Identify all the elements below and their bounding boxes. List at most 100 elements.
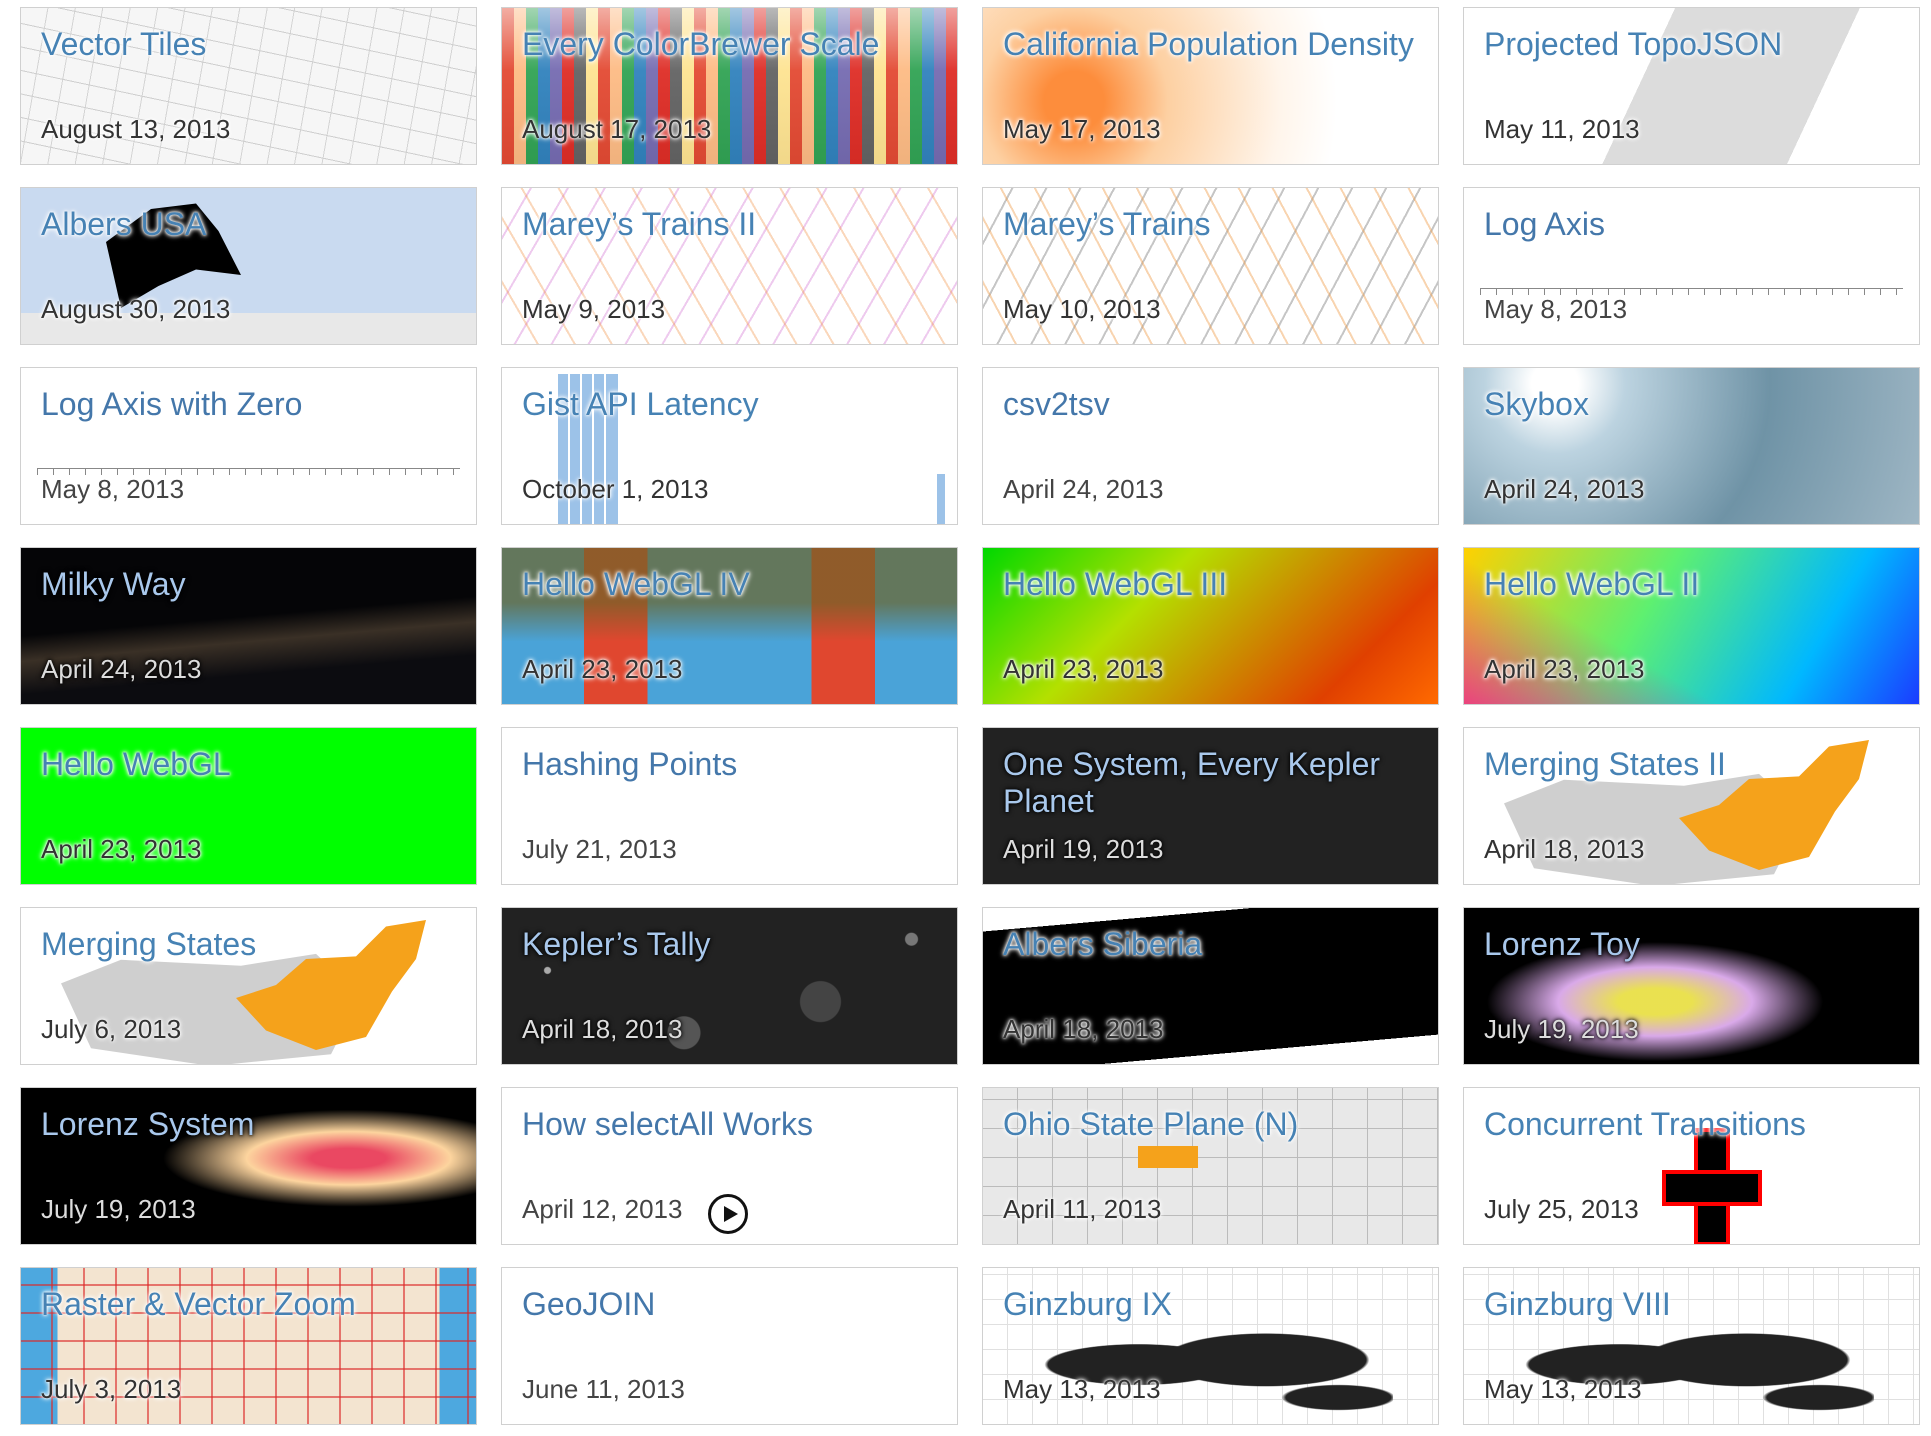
tile-ginzburg-ix[interactable]: Ginzburg IX May 13, 2013	[982, 1267, 1439, 1425]
tile-date: May 10, 2013	[1003, 294, 1161, 324]
tile-hello-webgl[interactable]: Hello WebGL April 23, 2013	[20, 727, 477, 885]
tile-title[interactable]: csv2tsv	[1003, 386, 1422, 423]
tile-date: April 18, 2013	[522, 1014, 683, 1044]
tile-title[interactable]: Merging States II	[1484, 746, 1903, 783]
tile-date: May 13, 2013	[1003, 1374, 1161, 1404]
tile-log-axis-with-zero[interactable]: Log Axis with Zero May 8, 2013	[20, 367, 477, 525]
thumbnail-histogram-bar	[937, 474, 945, 524]
tile-date: May 13, 2013	[1484, 1374, 1642, 1404]
tile-date: April 18, 2013	[1484, 834, 1645, 864]
tile-title[interactable]: Log Axis with Zero	[41, 386, 460, 423]
tile-title[interactable]: Ginzburg IX	[1003, 1286, 1422, 1323]
tile-hello-webgl-ii[interactable]: Hello WebGL II April 23, 2013	[1463, 547, 1920, 705]
example-gallery-grid: Vector Tiles August 13, 2013 Every Color…	[20, 7, 1922, 1427]
highlighted-county	[1138, 1146, 1198, 1168]
tile-date: April 24, 2013	[1003, 474, 1164, 504]
tile-ohio-state-plane[interactable]: Ohio State Plane (N) April 11, 2013	[982, 1087, 1439, 1245]
tile-geojoin[interactable]: GeoJOIN June 11, 2013	[501, 1267, 958, 1425]
tile-lorenz-system[interactable]: Lorenz System July 19, 2013	[20, 1087, 477, 1245]
tile-california-population-density[interactable]: California Population Density May 17, 20…	[982, 7, 1439, 165]
tile-date: May 9, 2013	[522, 294, 666, 324]
tile-title[interactable]: Vector Tiles	[41, 26, 460, 63]
tile-date: May 8, 2013	[1484, 294, 1628, 324]
tile-title[interactable]: Raster & Vector Zoom	[41, 1286, 460, 1323]
tile-title[interactable]: Hello WebGL II	[1484, 566, 1903, 603]
tile-title[interactable]: Lorenz System	[41, 1106, 460, 1143]
tile-title[interactable]: Marey’s Trains II	[522, 206, 941, 243]
tile-date: August 17, 2013	[522, 114, 712, 144]
tile-title[interactable]: Hashing Points	[522, 746, 941, 783]
tile-date: July 19, 2013	[41, 1194, 196, 1224]
tile-albers-siberia[interactable]: Albers Siberia April 18, 2013	[982, 907, 1439, 1065]
tile-date: August 30, 2013	[41, 294, 231, 324]
tile-date: May 11, 2013	[1484, 114, 1640, 144]
tile-date: April 23, 2013	[41, 834, 202, 864]
tile-how-selectall-works[interactable]: How selectAll Works April 12, 2013	[501, 1087, 958, 1245]
thumbnail-axis	[37, 468, 460, 475]
tile-gist-api-latency[interactable]: Gist API Latency October 1, 2013	[501, 367, 958, 525]
tile-title[interactable]: Kepler’s Tally	[522, 926, 941, 963]
tile-title[interactable]: Ohio State Plane (N)	[1003, 1106, 1422, 1143]
tile-title[interactable]: How selectAll Works	[522, 1106, 941, 1143]
tile-title[interactable]: Concurrent Transitions	[1484, 1106, 1903, 1143]
tile-log-axis[interactable]: Log Axis May 8, 2013	[1463, 187, 1920, 345]
tile-ginzburg-viii[interactable]: Ginzburg VIII May 13, 2013	[1463, 1267, 1920, 1425]
tile-title[interactable]: Hello WebGL	[41, 746, 460, 783]
tile-date: April 23, 2013	[1484, 654, 1645, 684]
tile-title[interactable]: Projected TopoJSON	[1484, 26, 1903, 63]
tile-concurrent-transitions[interactable]: Concurrent Transitions July 25, 2013	[1463, 1087, 1920, 1245]
tile-date: October 1, 2013	[522, 474, 709, 504]
tile-csv2tsv[interactable]: csv2tsv April 24, 2013	[982, 367, 1439, 525]
tile-title[interactable]: Marey’s Trains	[1003, 206, 1422, 243]
tile-title[interactable]: Every ColorBrewer Scale	[522, 26, 941, 63]
tile-one-system-every-kepler-planet[interactable]: One System, Every Kepler Planet April 19…	[982, 727, 1439, 885]
tile-date: June 11, 2013	[522, 1374, 685, 1404]
tile-date: April 12, 2013	[522, 1194, 683, 1224]
tile-vector-tiles[interactable]: Vector Tiles August 13, 2013	[20, 7, 477, 165]
tile-date: July 3, 2013	[41, 1374, 182, 1404]
tile-date: August 13, 2013	[41, 114, 231, 144]
tile-hashing-points[interactable]: Hashing Points July 21, 2013	[501, 727, 958, 885]
tile-title[interactable]: Hello WebGL IV	[522, 566, 941, 603]
tile-title[interactable]: Hello WebGL III	[1003, 566, 1422, 603]
thumbnail-axis	[1480, 288, 1903, 295]
tile-date: July 19, 2013	[1484, 1014, 1639, 1044]
tile-every-colorbrewer-scale[interactable]: Every ColorBrewer Scale August 17, 2013	[501, 7, 958, 165]
tile-title[interactable]: Gist API Latency	[522, 386, 941, 423]
tile-albers-usa[interactable]: Albers USA August 30, 2013	[20, 187, 477, 345]
tile-hello-webgl-iv[interactable]: Hello WebGL IV April 23, 2013	[501, 547, 958, 705]
tile-projected-topojson[interactable]: Projected TopoJSON May 11, 2013	[1463, 7, 1920, 165]
tile-date: April 23, 2013	[522, 654, 683, 684]
tile-date: July 21, 2013	[522, 834, 677, 864]
tile-date: May 17, 2013	[1003, 114, 1161, 144]
tile-date: April 24, 2013	[41, 654, 202, 684]
tile-date: April 11, 2013	[1003, 1194, 1162, 1224]
tile-title[interactable]: Milky Way	[41, 566, 460, 603]
tile-milky-way[interactable]: Milky Way April 24, 2013	[20, 547, 477, 705]
tile-title[interactable]: Skybox	[1484, 386, 1903, 423]
tile-title[interactable]: Ginzburg VIII	[1484, 1286, 1903, 1323]
tile-date: April 24, 2013	[1484, 474, 1645, 504]
tile-date: July 25, 2013	[1484, 1194, 1639, 1224]
tile-title[interactable]: Log Axis	[1484, 206, 1903, 243]
tile-title[interactable]: Merging States	[41, 926, 460, 963]
tile-raster-vector-zoom[interactable]: Raster & Vector Zoom July 3, 2013	[20, 1267, 477, 1425]
tile-title[interactable]: Lorenz Toy	[1484, 926, 1903, 963]
tile-title[interactable]: One System, Every Kepler Planet	[1003, 746, 1422, 820]
tile-date: April 23, 2013	[1003, 654, 1164, 684]
tile-skybox[interactable]: Skybox April 24, 2013	[1463, 367, 1920, 525]
tile-title[interactable]: Albers USA	[41, 206, 460, 243]
play-icon[interactable]	[708, 1194, 748, 1234]
tile-merging-states-ii[interactable]: Merging States II April 18, 2013	[1463, 727, 1920, 885]
tile-lorenz-toy[interactable]: Lorenz Toy July 19, 2013	[1463, 907, 1920, 1065]
tile-title[interactable]: California Population Density	[1003, 26, 1422, 63]
tile-date: April 19, 2013	[1003, 834, 1164, 864]
tile-mareys-trains[interactable]: Marey’s Trains May 10, 2013	[982, 187, 1439, 345]
tile-date: April 18, 2013	[1003, 1014, 1164, 1044]
tile-mareys-trains-ii[interactable]: Marey’s Trains II May 9, 2013	[501, 187, 958, 345]
tile-merging-states[interactable]: Merging States July 6, 2013	[20, 907, 477, 1065]
tile-title[interactable]: Albers Siberia	[1003, 926, 1422, 963]
tile-hello-webgl-iii[interactable]: Hello WebGL III April 23, 2013	[982, 547, 1439, 705]
tile-title[interactable]: GeoJOIN	[522, 1286, 941, 1323]
tile-keplers-tally[interactable]: Kepler’s Tally April 18, 2013	[501, 907, 958, 1065]
